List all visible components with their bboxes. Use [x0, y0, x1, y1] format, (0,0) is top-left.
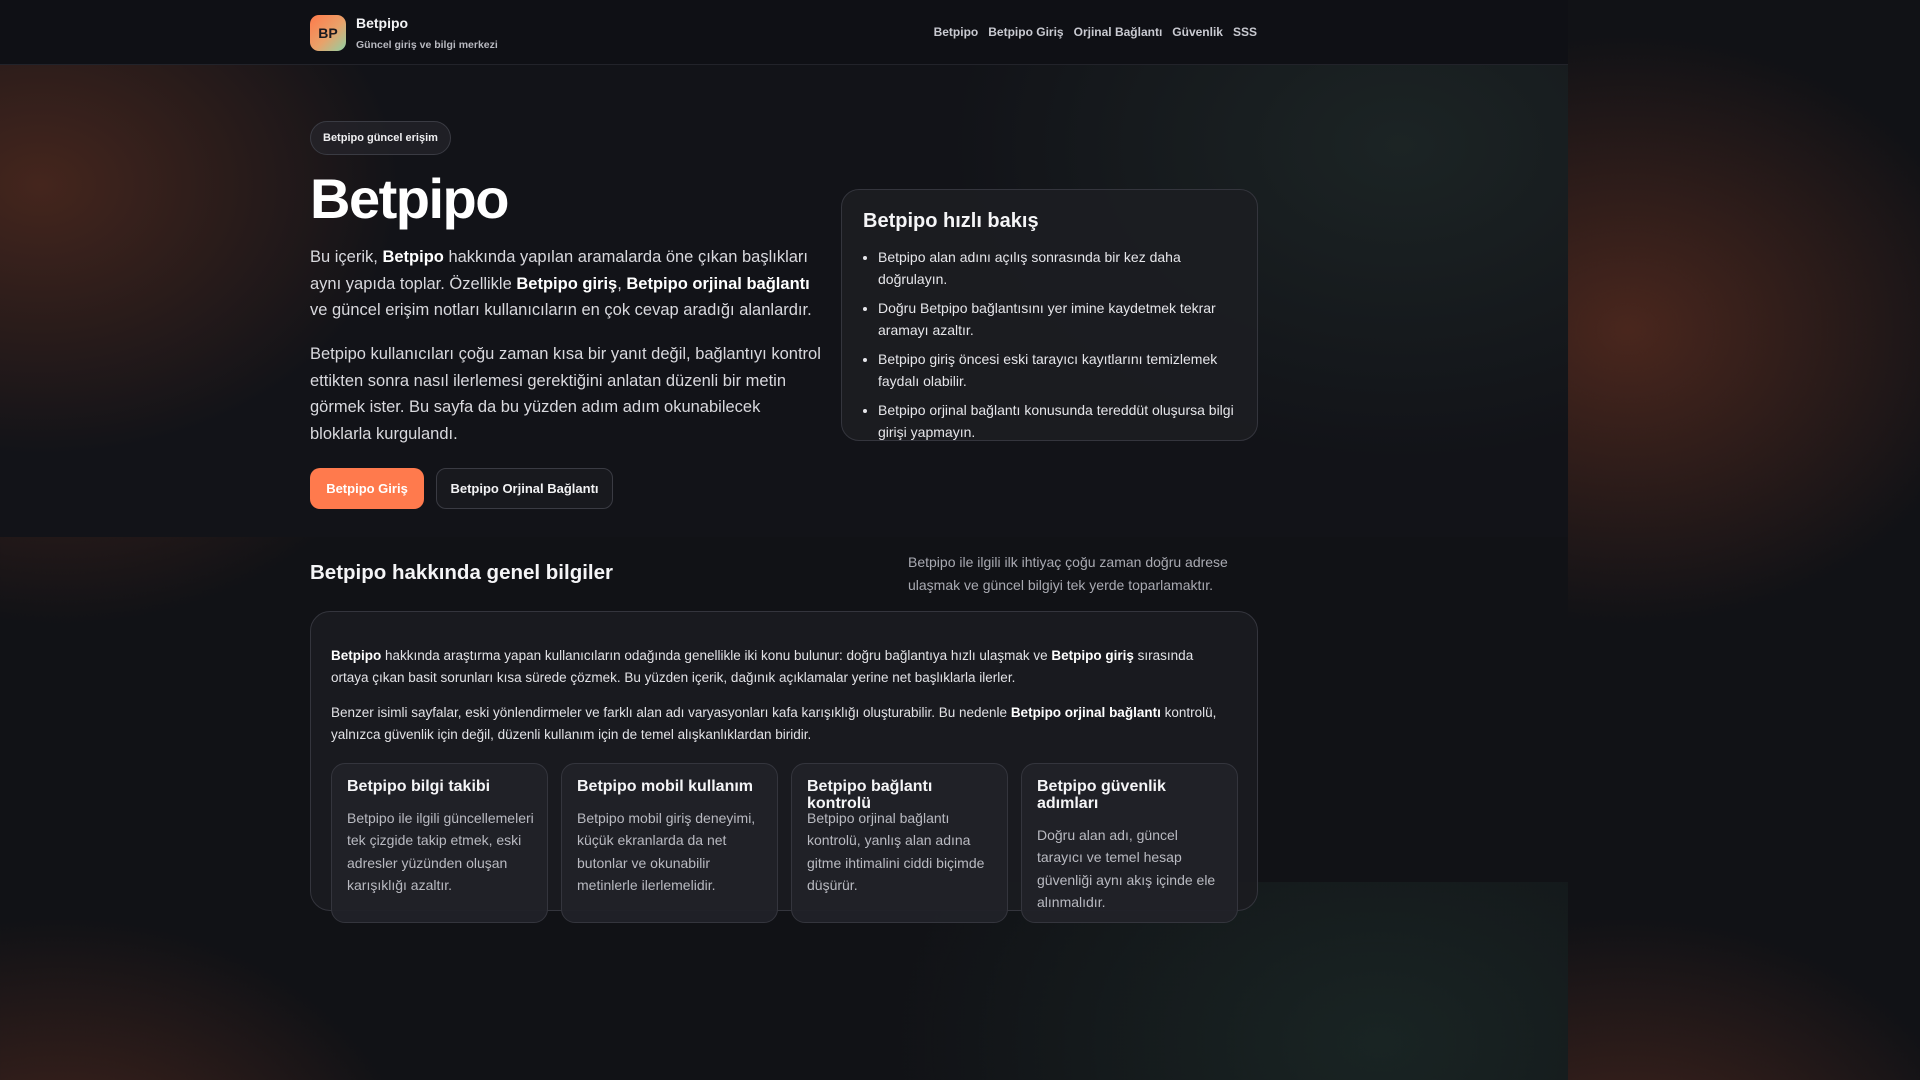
general-info-paragraph-2: Benzer isimli sayfalar, eski yönlendirme…: [331, 705, 1217, 743]
card-title: Betpipo güvenlik adımları: [1037, 778, 1166, 812]
list-item: Doğru Betpipo bağlantısını yer imine kay…: [878, 297, 1238, 341]
general-info-title: Betpipo hakkında genel bilgiler: [310, 561, 613, 584]
main-nav: Betpipo Betpipo Giriş Orjinal Bağlantı G…: [934, 25, 1257, 39]
card-baglanti-kontrolu: Betpipo bağlantı kontrolü Betpipo orjina…: [791, 763, 1008, 923]
nav-link-giris[interactable]: Betpipo Giriş: [988, 25, 1063, 39]
nav-link-orjinal-baglanti[interactable]: Orjinal Bağlantı: [1074, 25, 1163, 39]
list-item: Betpipo giriş öncesi eski tarayıcı kayıt…: [878, 348, 1238, 392]
hero-second-paragraph: Betpipo kullanıcıları çoğu zaman kısa bi…: [310, 345, 821, 443]
hero-title: Betpipo: [310, 167, 509, 230]
quick-overview-card: Betpipo hızlı bakış Betpipo alan adını a…: [841, 189, 1258, 441]
card-title: Betpipo bilgi takibi: [347, 778, 491, 795]
brand-name[interactable]: Betpipo: [356, 15, 408, 31]
general-info-description: Betpipo ile ilgili ilk ihtiyaç çoğu zama…: [908, 554, 1228, 593]
card-text: Betpipo ile ilgili güncellemeleri tek çi…: [347, 810, 534, 893]
quick-overview-title: Betpipo hızlı bakış: [863, 210, 1039, 232]
quick-overview-list: Betpipo alan adını açılış sonrasında bir…: [878, 246, 1238, 450]
hero-badge: Betpipo güncel erişim: [310, 121, 451, 155]
keyword-betpipo-orjinal-baglanti: Betpipo orjinal bağlantı: [626, 274, 810, 293]
nav-link-guvenlik[interactable]: Güvenlik: [1172, 25, 1223, 39]
brand-subtitle: Güncel giriş ve bilgi merkezi: [356, 39, 498, 51]
keyword-betpipo: Betpipo: [382, 248, 444, 266]
orjinal-baglanti-button[interactable]: Betpipo Orjinal Bağlantı: [436, 468, 613, 509]
nav-link-sss[interactable]: SSS: [1233, 25, 1257, 39]
betpipo-giris-button[interactable]: Betpipo Giriş: [310, 468, 424, 509]
card-guvenlik-adimlari: Betpipo güvenlik adımları Doğru alan adı…: [1021, 763, 1238, 923]
list-item: Betpipo orjinal bağlantı konusunda tered…: [878, 399, 1238, 443]
brand-logo[interactable]: BP: [310, 15, 346, 51]
keyword-betpipo-giris: Betpipo giriş: [516, 274, 618, 293]
card-text: Betpipo orjinal bağlantı kontrolü, yanlı…: [807, 810, 985, 893]
card-bilgi-takibi: Betpipo bilgi takibi Betpipo ile ilgili …: [331, 763, 548, 923]
card-text: Doğru alan adı, güncel tarayıcı ve temel…: [1037, 827, 1216, 910]
top-navigation-bar: BP Betpipo Güncel giriş ve bilgi merkezi…: [0, 0, 1568, 65]
card-title: Betpipo mobil kullanım: [577, 778, 754, 795]
hero-intro-paragraph: Bu içerik, Betpipo hakkında yapılan aram…: [310, 248, 812, 319]
list-item: Betpipo alan adını açılış sonrasında bir…: [878, 246, 1238, 290]
general-info-card: Betpipo hakkında araştırma yapan kullanı…: [310, 611, 1258, 923]
nav-link-betpipo[interactable]: Betpipo: [934, 25, 979, 39]
general-info-paragraph-1: Betpipo hakkında araştırma yapan kullanı…: [331, 648, 1194, 686]
card-text: Betpipo mobil giriş deneyimi, küçük ekra…: [577, 810, 756, 893]
card-mobil-kullanim: Betpipo mobil kullanım Betpipo mobil gir…: [561, 763, 778, 923]
